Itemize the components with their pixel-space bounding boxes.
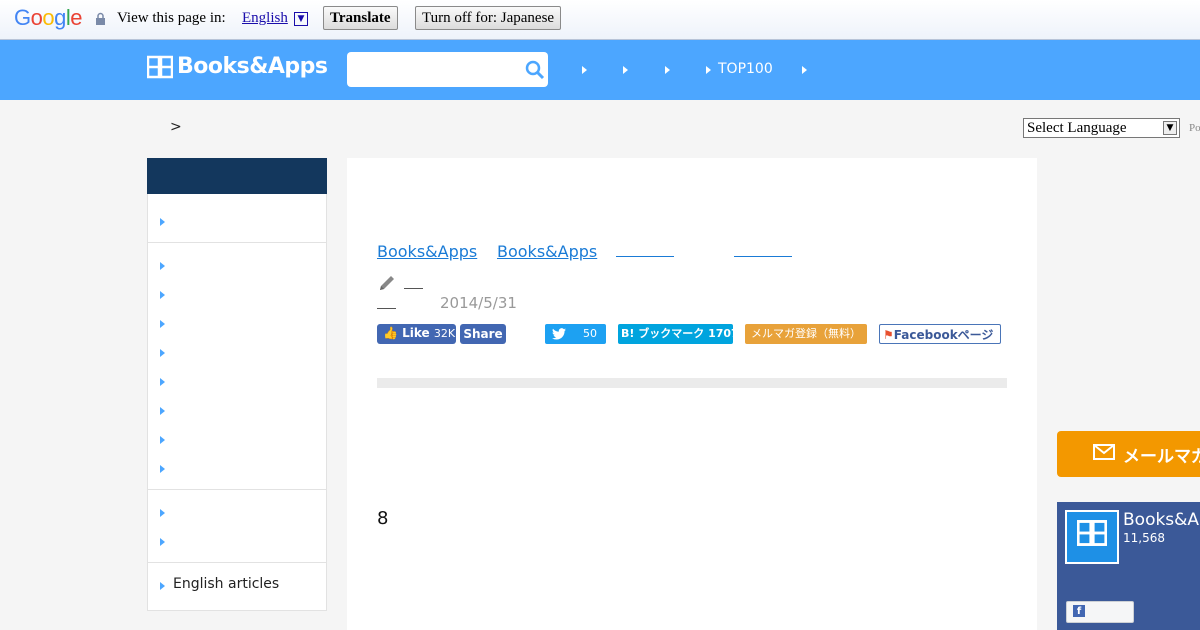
facebook-page-label: Facebookページ [893,328,994,342]
breadcrumb: > [170,119,182,135]
newsletter-signup-button[interactable]: メルマガ登録（無料） [745,324,867,344]
article-body-text: 8 [377,508,389,529]
sidebar-item[interactable] [160,465,165,473]
sidebar-divider [147,242,327,243]
sidebar-item[interactable] [160,262,165,270]
powered-by-label: Po [1189,122,1200,134]
sidebar-item[interactable] [160,320,165,328]
site-logo-text: Books&Apps [177,54,328,79]
facebook-share-button[interactable]: Share [460,324,506,344]
newsletter-banner-label: メールマガ [1123,447,1200,467]
view-page-label: View this page in: [117,10,226,26]
nav-item-2[interactable] [623,66,628,74]
language-select[interactable]: Select Language [1023,118,1180,138]
sidebar-item[interactable] [160,509,165,517]
nav-item-5[interactable] [802,66,807,74]
sidebar-item[interactable] [160,378,165,386]
search-input[interactable] [347,52,548,87]
nav-item-1[interactable] [582,66,587,74]
hatena-bookmark-button[interactable]: B! ブックマーク 1707 [618,324,739,344]
twitter-button[interactable]: 50 [545,324,606,344]
facebook-page-avatar[interactable] [1065,510,1119,564]
thumbs-up-icon: 👍 [383,326,398,340]
sidebar-item[interactable] [160,436,165,444]
lock-icon [96,12,105,25]
twitter-bird-icon [552,328,566,340]
hatena-bookmark-count: 1707 [708,327,739,340]
facebook-page-button[interactable]: ⚑Facebookページ [879,324,1001,344]
nav-item-3[interactable] [665,66,670,74]
mail-icon [1093,444,1115,460]
publish-date: 2014/5/31 [440,294,517,312]
sidebar [147,158,327,611]
content-divider [377,378,1007,388]
sidebar-item-english-arrow[interactable] [160,582,165,590]
flag-icon: ⚑ [883,328,894,342]
hatena-bookmark-label: B! ブックマーク [621,327,705,340]
twitter-count: 50 [583,327,597,340]
translate-button[interactable]: Translate [323,6,398,30]
newsletter-banner[interactable]: メールマガ [1057,431,1200,477]
article-link[interactable] [616,256,674,257]
sidebar-item[interactable] [160,291,165,299]
article-panel [347,158,1037,630]
google-logo: Google [14,5,83,30]
pencil-icon [380,276,394,290]
sidebar-divider [147,562,327,563]
books-apps-logo-icon [147,55,173,78]
facebook-like-label: Like [402,326,430,340]
author-name[interactable] [404,288,423,289]
sidebar-divider [147,489,327,490]
translate-language-link[interactable]: English [242,10,288,27]
books-apps-logo-icon [1077,520,1107,546]
sidebar-item[interactable] [160,218,165,226]
facebook-like-button[interactable]: 👍 Like 32K [377,324,456,344]
nav-item-top100[interactable]: TOP100 [718,61,773,77]
author-name[interactable] [377,308,396,309]
article-link[interactable]: Books&Apps [497,242,597,261]
chevron-down-icon[interactable]: ▼ [294,12,308,26]
sidebar-item[interactable] [160,407,165,415]
facebook-page-likes: 11,568 [1123,531,1165,545]
facebook-icon: f [1073,605,1085,617]
search-icon[interactable] [525,60,545,80]
facebook-like-count: 32K [433,327,456,340]
sidebar-item[interactable] [160,538,165,546]
sidebar-header [147,158,327,194]
article-link[interactable]: Books&Apps [377,242,477,261]
sidebar-item-english-articles[interactable]: English articles [173,576,279,592]
sidebar-item[interactable] [160,349,165,357]
article-link[interactable] [734,256,792,257]
chevron-down-icon[interactable]: ▼ [1163,121,1177,135]
nav-item-top100-arrow[interactable] [706,66,711,74]
site-logo[interactable]: Books&Apps [147,54,328,79]
turn-off-translate-button[interactable]: Turn off for: Japanese [415,6,562,30]
facebook-page-name[interactable]: Books&A [1123,510,1199,530]
